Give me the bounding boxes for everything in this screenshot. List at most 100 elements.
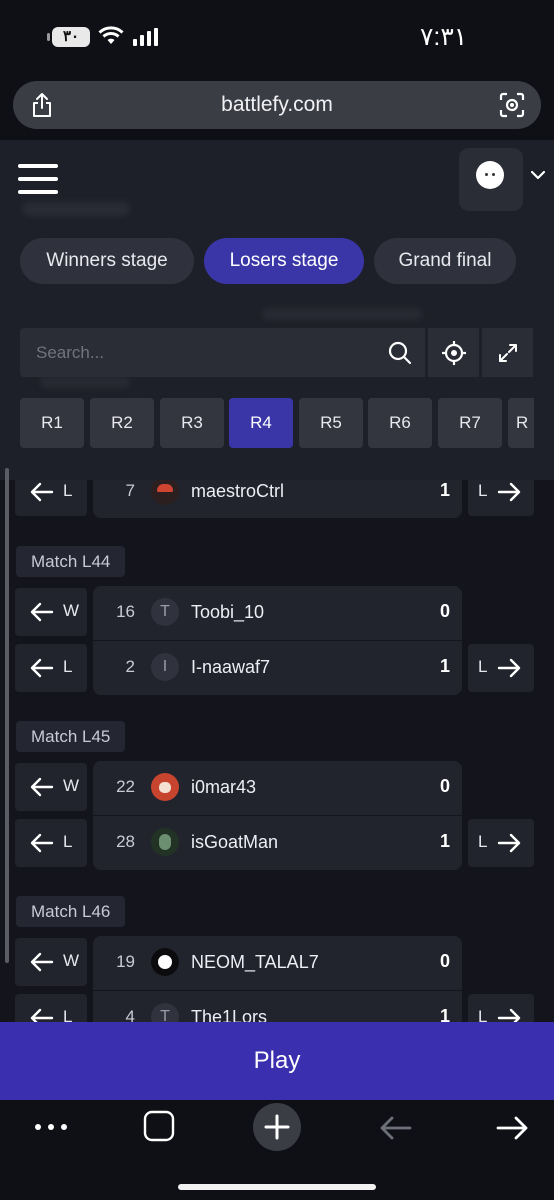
seed-number: 28	[116, 832, 135, 851]
player-slot[interactable]: 22 i0mar43 0	[93, 761, 462, 815]
player-name: i0mar43	[191, 777, 257, 797]
url-text[interactable]: battlefy.com	[13, 93, 541, 117]
blurred-text	[40, 376, 130, 388]
score: 1	[439, 656, 450, 676]
score: 0	[439, 951, 450, 971]
arrow-left-icon	[30, 1008, 54, 1022]
seed-number: 7	[125, 481, 135, 500]
score: 1	[439, 480, 450, 500]
forward-icon[interactable]	[496, 1114, 530, 1142]
player-name: maestroCtrl	[191, 481, 285, 501]
next-match-link[interactable]: L	[468, 819, 534, 867]
arrow-left-icon	[30, 658, 54, 678]
avatar: T	[151, 1003, 179, 1022]
menu-icon[interactable]	[18, 164, 58, 194]
round-button-active[interactable]: R4	[229, 398, 293, 448]
search-button[interactable]	[374, 328, 425, 377]
chevron-down-icon[interactable]	[530, 170, 546, 180]
more-icon[interactable]	[34, 1122, 68, 1132]
player-slot[interactable]: 16 T Toobi_10 0	[93, 586, 462, 640]
avatar	[151, 773, 179, 801]
seed-number: 4	[125, 1007, 135, 1022]
tab-grand-final[interactable]: Grand final	[374, 238, 516, 284]
user-avatar-button[interactable]	[459, 148, 523, 211]
side-tag: W	[63, 601, 80, 620]
fullscreen-button[interactable]	[482, 328, 533, 377]
score: 1	[439, 1006, 450, 1022]
play-button[interactable]: Play	[0, 1022, 554, 1100]
back-icon[interactable]	[378, 1114, 412, 1142]
seed-number: 16	[116, 602, 135, 621]
seed-number: 22	[116, 777, 135, 796]
side-tag: L	[478, 481, 488, 500]
avatar	[476, 161, 504, 189]
score: 0	[439, 601, 450, 621]
side-tag: W	[63, 776, 80, 795]
arrow-left-icon	[30, 482, 54, 502]
round-button[interactable]: R5	[299, 398, 363, 448]
home-indicator[interactable]	[178, 1184, 376, 1190]
player-name: isGoatMan	[191, 832, 279, 852]
signal-icon	[133, 28, 158, 46]
bracket-page: Winners stage Losers stage Grand final S…	[0, 140, 554, 1022]
avatar: T	[151, 598, 179, 626]
arrow-right-icon	[497, 658, 521, 678]
blurred-text	[262, 308, 422, 320]
tab-winners-stage[interactable]: Winners stage	[20, 238, 194, 284]
avatar	[151, 828, 179, 856]
previous-match-link[interactable]: L	[15, 994, 87, 1022]
arrow-left-icon	[30, 833, 54, 853]
tab-losers-stage[interactable]: Losers stage	[204, 238, 364, 284]
side-tag: L	[63, 657, 73, 676]
side-tag: L	[63, 481, 73, 500]
player-slot[interactable]: 2 I I-naawaf7 1	[93, 641, 462, 695]
score: 1	[439, 831, 450, 851]
previous-match-link[interactable]: L	[15, 819, 87, 867]
player-name: The1Lors	[191, 1007, 268, 1022]
search-input[interactable]: Search...	[20, 328, 374, 377]
tabs-icon[interactable]	[143, 1110, 175, 1142]
player-slot[interactable]: 19 NEOM_TALAL7 0	[93, 936, 462, 990]
round-button[interactable]: R7	[438, 398, 502, 448]
round-button[interactable]: R2	[90, 398, 154, 448]
player-slot[interactable]: 4 T The1Lors 1	[93, 991, 462, 1022]
previous-match-link[interactable]: L	[15, 644, 87, 692]
round-button[interactable]: R6	[368, 398, 432, 448]
next-match-link[interactable]: L	[468, 994, 534, 1022]
search-icon	[388, 341, 412, 365]
battery-icon: ٣٠	[47, 27, 90, 47]
arrow-right-icon	[497, 1008, 521, 1022]
match-label: Match L45	[16, 721, 126, 752]
player-name: I-naawaf7	[191, 657, 271, 677]
previous-match-link[interactable]: W	[15, 588, 87, 636]
arrow-right-icon	[497, 482, 521, 502]
address-bar[interactable]: battlefy.com	[13, 81, 541, 129]
wifi-icon	[98, 26, 124, 44]
visual-search-icon[interactable]	[499, 92, 525, 118]
side-tag: L	[478, 1007, 488, 1022]
side-tag: L	[63, 832, 73, 851]
arrow-left-icon	[30, 777, 54, 797]
scrollbar[interactable]	[5, 468, 9, 963]
next-match-link[interactable]: L	[468, 644, 534, 692]
match-label: Match L44	[16, 546, 126, 577]
side-tag: L	[63, 1007, 73, 1022]
round-button[interactable]: R3	[160, 398, 224, 448]
previous-match-link[interactable]: W	[15, 938, 87, 986]
avatar	[151, 477, 179, 505]
blurred-text	[22, 202, 130, 216]
new-tab-icon[interactable]	[253, 1103, 301, 1151]
avatar	[151, 948, 179, 976]
round-button[interactable]: R1	[20, 398, 84, 448]
previous-match-link[interactable]: W	[15, 763, 87, 811]
side-tag: W	[63, 951, 80, 970]
expand-icon	[499, 344, 517, 362]
locate-me-button[interactable]	[428, 328, 479, 377]
crosshair-icon	[442, 341, 466, 365]
avatar: I	[151, 653, 179, 681]
browser-address-area: battlefy.com	[0, 76, 554, 140]
status-bar: ٣٠ ٧:٣١	[0, 0, 554, 76]
arrow-left-icon	[30, 602, 54, 622]
round-button[interactable]: R	[508, 398, 534, 448]
player-slot[interactable]: 28 isGoatMan 1	[93, 816, 462, 870]
